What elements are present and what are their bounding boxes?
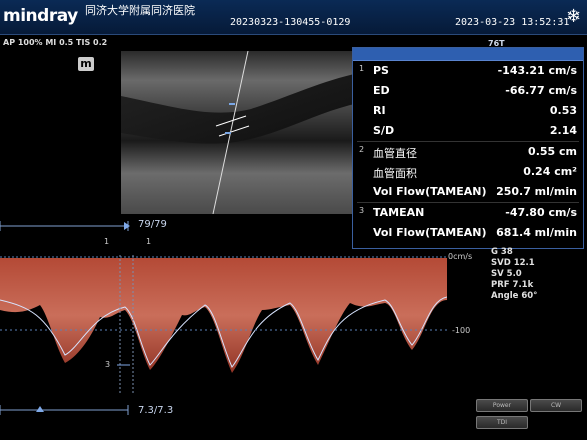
measurement-label: 血管直径 — [373, 147, 417, 160]
measurement-index: 2 — [359, 145, 365, 154]
scale-top-label: 0cm/s — [448, 252, 473, 261]
measurement-row: 2 血管直径 0.55 cm — [353, 142, 583, 162]
measurement-index: 1 — [359, 64, 365, 73]
measurement-value: 0.24 cm² — [523, 165, 577, 178]
b-mode-image[interactable] — [121, 51, 359, 214]
measurement-label: PS — [373, 64, 389, 77]
measurement-label: 血管面积 — [373, 167, 417, 180]
param-angle: Angle 60° — [491, 291, 538, 301]
param-gain: G 38 — [491, 247, 513, 257]
param-prf: PRF 7.1k — [491, 280, 534, 290]
marker-1b: 1 — [146, 237, 152, 246]
measurement-value: 250.7 ml/min — [496, 185, 577, 198]
doppler-params: G 38 SVD 12.1 SV 5.0 PRF 7.1k Angle 60° — [491, 247, 537, 302]
measurement-row: RI 0.53 — [353, 101, 583, 121]
acoustic-params: AP 100% MI 0.5 TIS 0.2 — [3, 38, 108, 47]
marker-1a: 1 — [104, 237, 110, 246]
scale-mid-label: -100 — [452, 326, 471, 335]
depth-label: 79/79 — [138, 219, 167, 230]
measurement-label: RI — [373, 104, 386, 117]
measurement-row: S/D 2.14 — [353, 121, 583, 141]
patient-id: 20230323-130455-0129 — [230, 17, 351, 28]
b-mode-overlay — [121, 51, 359, 214]
measurement-row: 1 PS -143.21 cm/s — [353, 61, 583, 81]
doppler-spectrum[interactable] — [0, 255, 447, 395]
measurement-row: 血管面积 0.24 cm² — [353, 162, 583, 182]
measurement-value: 0.53 — [549, 104, 577, 117]
time-scale-bar[interactable] — [0, 405, 135, 415]
measurement-label: Vol Flow(TAMEAN) — [373, 185, 487, 198]
cw-button[interactable]: CW — [530, 399, 582, 412]
tdi-button[interactable]: TDI — [476, 416, 528, 429]
brand-logo: mindray — [3, 6, 78, 26]
measurement-label: TAMEAN — [373, 206, 425, 219]
m-logo-icon: m — [78, 57, 94, 71]
power-button[interactable]: Power — [476, 399, 528, 412]
header-bar: mindray 同济大学附属同济医院 20230323-130455-0129 … — [0, 0, 587, 35]
measurement-row: Vol Flow(TAMEAN) 250.7 ml/min — [353, 182, 583, 202]
measurement-label: ED — [373, 84, 390, 97]
measurement-label: S/D — [373, 124, 395, 137]
measurement-value: -143.21 cm/s — [497, 64, 577, 77]
measurement-label: Vol Flow(TAMEAN) — [373, 226, 487, 239]
measurement-row: ED -66.77 cm/s — [353, 81, 583, 101]
hospital-name: 同济大学附属同济医院 — [85, 4, 195, 17]
date-time: 2023-03-23 13:52:31 — [455, 17, 570, 28]
measurement-value: 2.14 — [549, 124, 577, 137]
measurement-index: 3 — [359, 206, 365, 215]
freeze-icon[interactable]: ❄ — [566, 6, 581, 27]
measurement-row: 3 TAMEAN -47.80 cm/s — [353, 203, 583, 223]
marker-3: 3 — [105, 360, 111, 369]
measurement-panel: 1 PS -143.21 cm/s ED -66.77 cm/s RI 0.53 S/D… — [352, 47, 584, 249]
measurement-value: 0.55 cm — [528, 145, 577, 158]
measurement-panel-header — [353, 48, 583, 61]
measurement-row: Vol Flow(TAMEAN) 681.4 ml/min — [353, 223, 583, 243]
measurement-value: -47.80 cm/s — [505, 206, 577, 219]
spectral-waveform — [0, 258, 447, 373]
time-scale-label: 7.3/7.3 — [138, 405, 174, 416]
measurement-value: 681.4 ml/min — [496, 226, 577, 239]
measurement-value: -66.77 cm/s — [505, 84, 577, 97]
param-sv: SV 5.0 — [491, 269, 522, 279]
param-svd: SVD 12.1 — [491, 258, 535, 268]
